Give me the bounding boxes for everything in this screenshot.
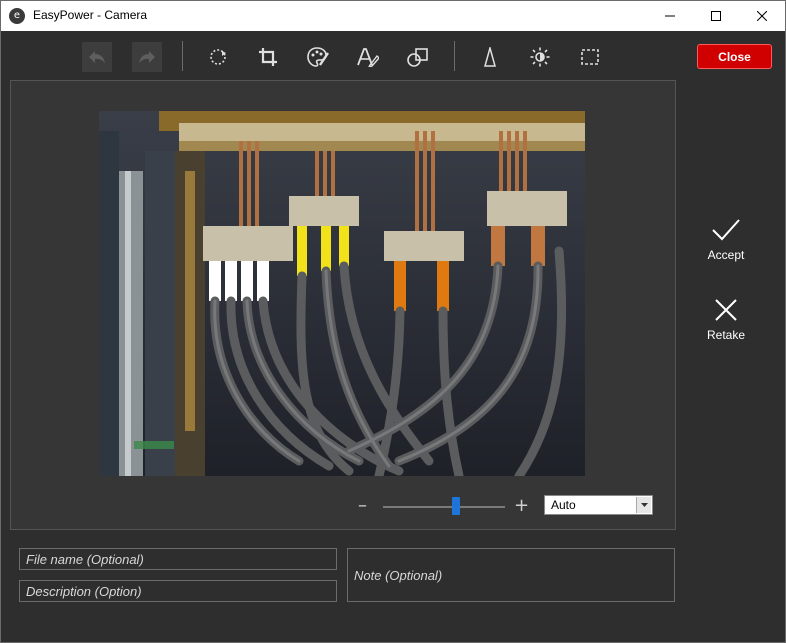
select-region-button[interactable] [575,42,605,72]
color-adjust-button[interactable] [303,42,333,72]
window-close-button[interactable] [739,1,785,31]
zoom-level-select[interactable]: Auto [544,495,653,515]
dropdown-arrow-button[interactable] [636,497,651,513]
undo-icon [89,51,105,63]
title-bar: e EasyPower - Camera [1,1,785,31]
zoom-slider-track[interactable] [383,506,505,508]
crop-icon [259,48,277,66]
undo-button[interactable] [82,42,112,72]
window-title: EasyPower - Camera [33,8,148,22]
note-input[interactable]: Note (Optional) [347,548,675,602]
text-annotate-icon [357,48,379,67]
text-annotate-button[interactable] [353,42,383,72]
zoom-level-value: Auto [551,498,576,512]
captured-photo[interactable] [99,111,585,476]
shapes-icon [407,48,428,67]
checkmark-icon [712,219,740,241]
editor-toolbar: Close [1,31,785,81]
palette-icon [307,47,329,67]
brightness-button[interactable] [525,42,555,72]
retake-button[interactable]: Retake [691,298,761,342]
maximize-button[interactable] [693,1,739,31]
redo-button[interactable] [132,42,162,72]
minimize-icon [665,15,675,17]
sharpen-icon [484,47,496,67]
maximize-icon [711,11,721,21]
app-logo-icon: e [9,8,25,24]
zoom-out-button[interactable]: – [358,491,367,521]
brightness-icon [530,47,550,67]
redo-icon [139,51,155,63]
toolbar-divider [182,41,183,71]
file-name-input[interactable]: File name (Optional) [19,548,337,570]
minimize-button[interactable] [647,1,693,31]
accept-button[interactable]: Accept [691,218,761,262]
zoom-slider-thumb[interactable] [452,497,461,515]
note-placeholder: Note (Optional) [354,568,443,583]
zoom-in-button[interactable]: + [514,491,529,521]
zoom-controls: – + Auto [11,491,675,521]
x-icon [715,299,737,321]
camera-window: e EasyPower - Camera Close – + Auto Acce… [0,0,786,643]
rotate-button[interactable] [203,42,233,72]
close-icon [757,11,767,21]
shapes-button[interactable] [403,42,433,72]
toolbar-divider [454,41,455,71]
select-region-icon [581,49,599,65]
description-placeholder: Description (Option) [26,584,142,599]
file-name-placeholder: File name (Optional) [26,552,144,567]
close-button[interactable]: Close [697,44,772,69]
rotate-icon [210,49,226,65]
photo-electrical-cabinet-icon [99,111,585,476]
photo-preview-panel: – + Auto [10,80,676,530]
accept-label: Accept [707,248,745,262]
sharpen-button[interactable] [475,42,505,72]
chevron-down-icon [640,503,648,507]
retake-label: Retake [706,328,746,342]
description-input[interactable]: Description (Option) [19,580,337,602]
crop-button[interactable] [253,42,283,72]
